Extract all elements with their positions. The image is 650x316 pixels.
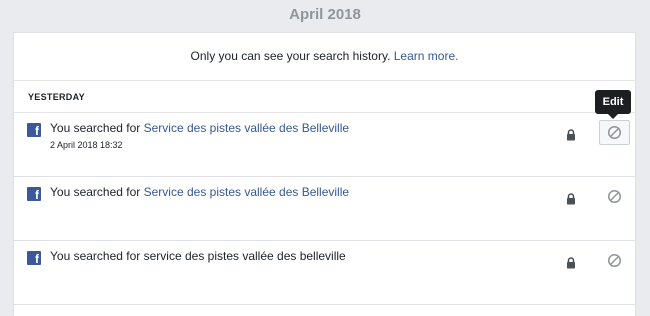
search-query-link[interactable]: Service des pistes vallée des Belleville: [144, 185, 349, 199]
hide-circle-slash-icon: [607, 253, 622, 268]
edit-button[interactable]: [599, 184, 630, 209]
entry-text: You searched for service des pistes vall…: [50, 249, 350, 264]
edit-tooltip: Edit: [595, 90, 631, 119]
privacy-note-text: Only you can see your search history.: [190, 49, 394, 63]
facebook-icon: f: [27, 251, 41, 265]
edit-button[interactable]: [599, 248, 630, 273]
learn-more-link[interactable]: Learn more.: [394, 49, 459, 63]
activity-log-page: April 2018 Only you can see your search …: [0, 0, 650, 316]
hide-circle-slash-icon: [607, 189, 622, 204]
entry-text: You searched for Service des pistes vall…: [50, 121, 350, 151]
lock-icon: [567, 129, 575, 141]
entry-timestamp: 2 April 2018 18:32: [50, 140, 123, 150]
section-label: YESTERDAY: [28, 92, 85, 102]
search-entry: f You searched for service des pistes va…: [14, 241, 635, 305]
search-entry: f You searched for Service des pistes va…: [14, 177, 635, 241]
entry-prefix: You searched for: [50, 249, 144, 263]
entry-prefix: You searched for: [50, 121, 144, 135]
search-history-panel: Only you can see your search history. Le…: [13, 32, 636, 316]
search-entry: f You searched for Service des pistes va…: [14, 113, 635, 177]
entry-text: You searched for Service des pistes vall…: [50, 185, 350, 200]
hide-circle-slash-icon: [607, 125, 622, 140]
lock-icon: [567, 257, 575, 269]
search-query-text: service des pistes vallée des belleville: [143, 249, 346, 263]
lock-icon: [567, 193, 575, 205]
facebook-icon: f: [27, 123, 41, 137]
section-header: YESTERDAY: [14, 81, 635, 113]
entry-prefix: You searched for: [50, 185, 144, 199]
month-header: April 2018: [289, 6, 361, 23]
edit-button[interactable]: [599, 120, 630, 145]
search-query-link[interactable]: Service des pistes vallée des Belleville: [144, 121, 349, 135]
facebook-icon: f: [27, 187, 41, 201]
privacy-note: Only you can see your search history. Le…: [14, 33, 635, 81]
